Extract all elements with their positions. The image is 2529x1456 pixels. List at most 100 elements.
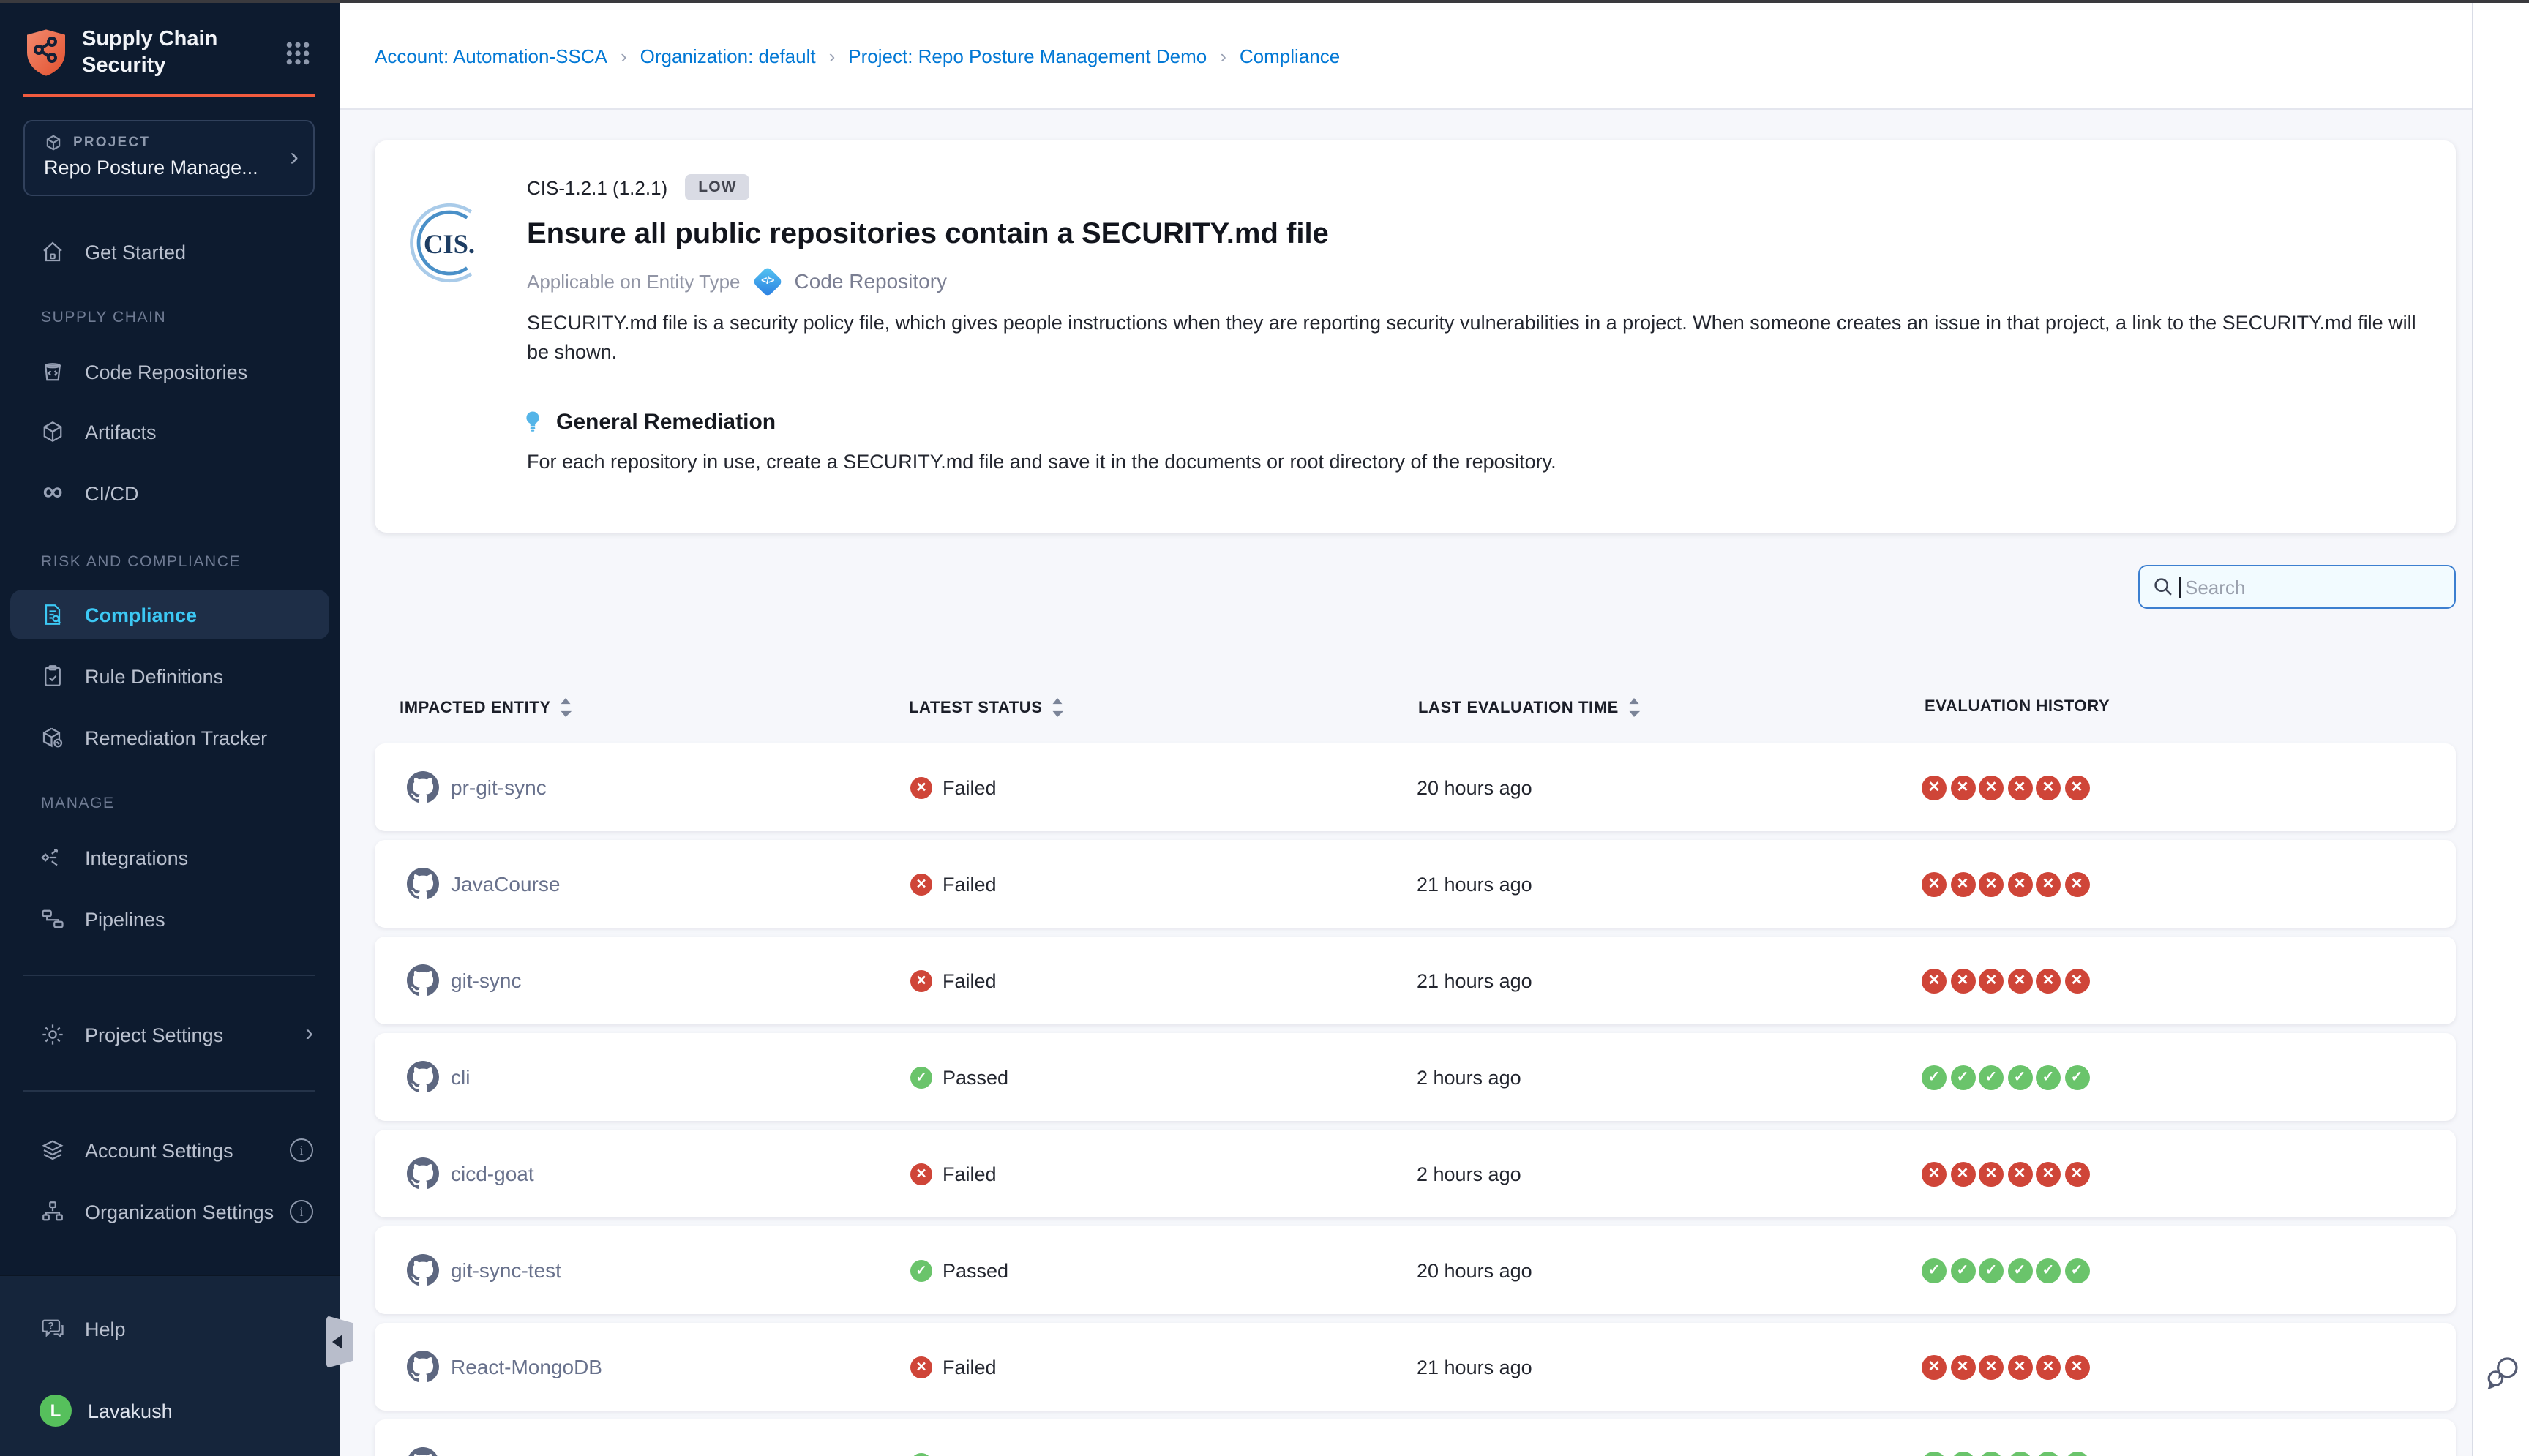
user-menu[interactable]: L Lavakush (0, 1386, 340, 1436)
chat-support-icon[interactable] (2484, 1354, 2522, 1392)
status-fail-icon: ✕ (910, 1356, 932, 1378)
info-icon[interactable]: i (290, 1200, 313, 1223)
history-fail-icon: ✕ (1950, 968, 1975, 993)
entity-link[interactable]: cicd-goat (451, 1162, 534, 1185)
breadcrumb-link[interactable]: Organization: default (640, 45, 816, 67)
table-row[interactable]: cli✓Passed2 hours ago✓✓✓✓✓✓ (375, 1033, 2456, 1121)
main-content: Account: Automation-SSCA › Organization: d… (340, 0, 2472, 1456)
table-row[interactable]: pr-git-sync✕Failed20 hours ago✕✕✕✕✕✕ (375, 743, 2456, 831)
info-icon[interactable]: i (290, 1138, 313, 1162)
evaluation-history: ✕✕✕✕✕✕ (1922, 743, 2089, 831)
sidebar-footer: ? Help L Lavakush (0, 1275, 340, 1456)
sidebar-item-organization-settings[interactable]: Organization Settings i (0, 1187, 340, 1237)
brand-header: Supply Chain Security (0, 0, 340, 97)
table-row[interactable]: cicd-goat✕Failed2 hours ago✕✕✕✕✕✕ (375, 1130, 2456, 1217)
column-header-label: IMPACTED ENTITY (400, 699, 551, 716)
status-label: Failed (943, 776, 997, 798)
entity-link[interactable]: React-MongoDB (451, 1355, 602, 1378)
applicable-label: Applicable on Entity Type (527, 270, 741, 292)
history-pass-icon: ✓ (1950, 1451, 1975, 1456)
column-header-label: EVALUATION HISTORY (1925, 698, 2110, 716)
history-fail-icon: ✕ (1979, 775, 2004, 800)
history-pass-icon: ✓ (2064, 1258, 2089, 1283)
history-fail-icon: ✕ (1950, 871, 1975, 896)
column-header-last-evaluation-time[interactable]: LAST EVALUATION TIME (1418, 698, 1641, 717)
cis-logo-text: CIS. (424, 229, 475, 259)
history-pass-icon: ✓ (2036, 1258, 2061, 1283)
sidebar-divider (23, 1090, 315, 1092)
entity-link[interactable]: pr-git-sync (451, 776, 547, 799)
sort-icon (1627, 698, 1641, 717)
history-fail-icon: ✕ (2064, 871, 2089, 896)
sort-icon (1052, 698, 1065, 717)
history-fail-icon: ✕ (1922, 871, 1947, 896)
column-header-latest-status[interactable]: LATEST STATUS (909, 698, 1065, 717)
sidebar-divider (23, 975, 315, 976)
sidebar-item-ci-cd[interactable]: ∞CI/CD (0, 468, 340, 518)
search-icon (2153, 577, 2173, 597)
history-pass-icon: ✓ (1979, 1258, 2004, 1283)
text-caret (2179, 577, 2181, 598)
search-input[interactable] (2182, 574, 2437, 599)
history-pass-icon: ✓ (1950, 1258, 1975, 1283)
history-fail-icon: ✕ (1922, 775, 1947, 800)
table-row[interactable]: ✓✓✓✓✓✓✓ (375, 1419, 2456, 1456)
sidebar-item-project-settings[interactable]: Project Settings› (0, 1010, 340, 1059)
entity-link[interactable]: git-sync-test (451, 1258, 561, 1282)
module-grid-icon[interactable] (285, 41, 310, 66)
github-icon (407, 1254, 439, 1286)
sidebar-collapse-handle[interactable] (326, 1316, 353, 1368)
breadcrumb-bar: Account: Automation-SSCA › Organization: d… (340, 3, 2472, 110)
sidebar-item-account-settings[interactable]: Account Settings i (0, 1125, 340, 1175)
breadcrumb-separator-icon: › (621, 45, 627, 67)
entity-link[interactable]: git-sync (451, 969, 521, 992)
rule-description: SECURITY.md file is a security policy fi… (527, 309, 2418, 367)
history-fail-icon: ✕ (1979, 968, 2004, 993)
history-fail-icon: ✕ (2064, 968, 2089, 993)
history-fail-icon: ✕ (2064, 775, 2089, 800)
column-header-impacted-entity[interactable]: IMPACTED ENTITY (400, 698, 573, 717)
table-row[interactable]: React-MongoDB✕Failed21 hours ago✕✕✕✕✕✕ (375, 1323, 2456, 1411)
column-header-label: LAST EVALUATION TIME (1418, 699, 1619, 716)
status-fail-icon: ✕ (910, 1163, 932, 1185)
column-header-label: LATEST STATUS (909, 699, 1043, 716)
table-row[interactable]: git-sync-test✓Passed20 hours ago✓✓✓✓✓✓ (375, 1226, 2456, 1314)
sidebar-item-label: Remediation Tracker (85, 727, 267, 748)
chevron-right-icon: › (290, 140, 299, 173)
table-row[interactable]: git-sync✕Failed21 hours ago✕✕✕✕✕✕ (375, 937, 2456, 1024)
brand-accent-rule (23, 94, 315, 97)
history-pass-icon: ✓ (1922, 1065, 1947, 1089)
history-fail-icon: ✕ (2007, 775, 2032, 800)
sidebar-item-compliance[interactable]: Compliance (10, 590, 329, 639)
github-icon (407, 964, 439, 997)
help-button[interactable]: ? Help (0, 1304, 340, 1354)
sidebar-item-get-started[interactable]: Get Started (0, 227, 340, 277)
breadcrumb-link[interactable]: Compliance (1240, 45, 1340, 67)
table-row[interactable]: JavaCourse✕Failed21 hours ago✕✕✕✕✕✕ (375, 840, 2456, 928)
severity-badge: LOW (685, 174, 750, 200)
evaluation-history: ✕✕✕✕✕✕ (1922, 937, 2089, 1024)
sidebar-item-code-repositories[interactable]: Code Repositories (0, 347, 340, 397)
window-top-edge (0, 0, 2529, 3)
sidebar-item-label: Project Settings (85, 1024, 223, 1046)
remediation-heading: General Remediation (556, 409, 776, 434)
integrations-icon (40, 844, 66, 871)
history-fail-icon: ✕ (1979, 1354, 2004, 1379)
sidebar-item-label: Organization Settings (85, 1201, 274, 1223)
sidebar-item-rule-definitions[interactable]: Rule Definitions (0, 651, 340, 701)
sidebar-item-pipelines[interactable]: Pipelines (0, 894, 340, 944)
history-pass-icon: ✓ (1979, 1065, 2004, 1089)
sidebar-item-label: Account Settings (85, 1139, 233, 1161)
sidebar-item-artifacts[interactable]: Artifacts (0, 407, 340, 457)
history-pass-icon: ✓ (1950, 1065, 1975, 1089)
sidebar-section-label: SUPPLY CHAIN (41, 309, 166, 332)
help-label: Help (85, 1318, 126, 1340)
sidebar-item-integrations[interactable]: Integrations (0, 833, 340, 882)
sidebar-item-remediation-tracker[interactable]: Remediation Tracker (0, 713, 340, 762)
entity-link[interactable]: JavaCourse (451, 872, 560, 896)
project-selector[interactable]: PROJECT Repo Posture Manage... › (23, 120, 315, 196)
app-window: Supply Chain Security PROJECT Repo Postu… (0, 0, 2529, 1456)
entity-link[interactable]: cli (451, 1065, 470, 1089)
breadcrumb-link[interactable]: Project: Repo Posture Management Demo (848, 45, 1207, 67)
breadcrumb-link[interactable]: Account: Automation-SSCA (375, 45, 607, 67)
